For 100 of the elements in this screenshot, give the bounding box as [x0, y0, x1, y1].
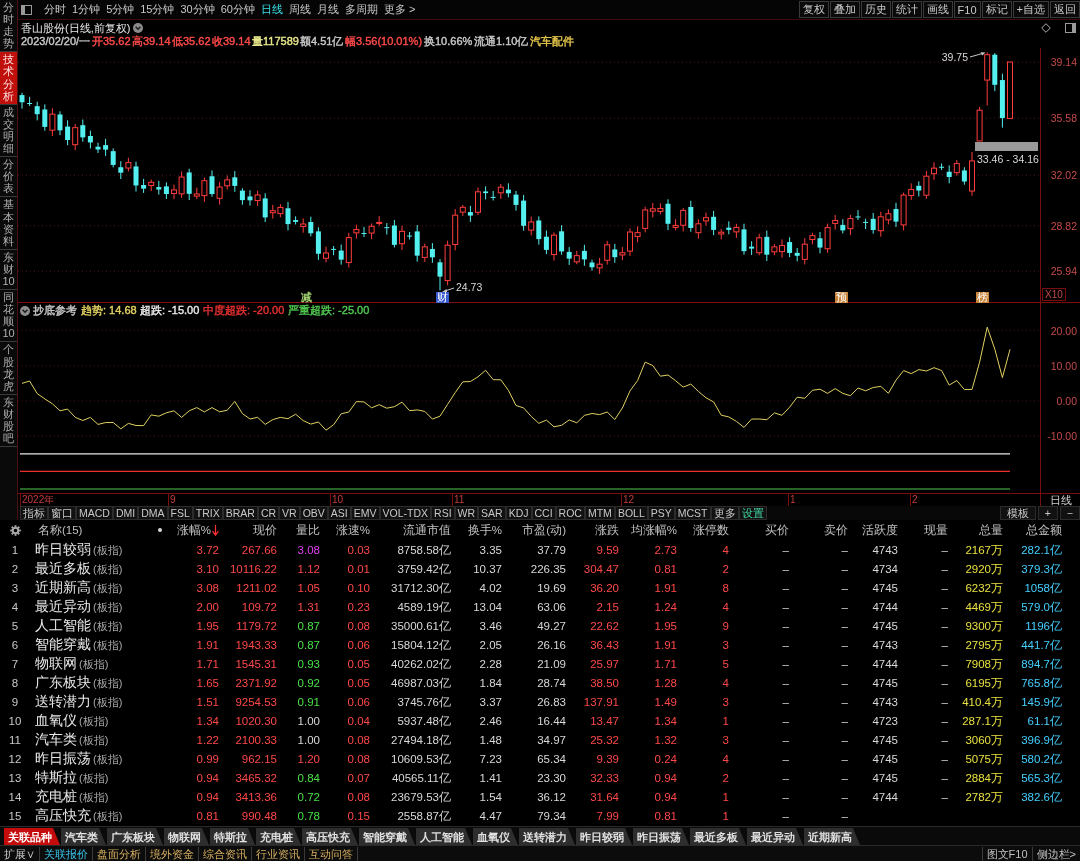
template-button[interactable]: 模板: [999, 506, 1036, 520]
indicator-tab[interactable]: BOLL: [614, 506, 648, 520]
side-tab[interactable]: 个股龙虎: [0, 342, 17, 395]
indicator-tab[interactable]: KDJ: [505, 506, 532, 520]
indicator-tab[interactable]: MACD: [76, 506, 113, 520]
indicator-tab[interactable]: 指标: [20, 506, 48, 520]
sector-tab[interactable]: 广东板块: [107, 828, 163, 845]
period-tab[interactable]: 更多 >: [382, 0, 418, 19]
indicator-tab[interactable]: SAR: [478, 506, 506, 520]
column-header[interactable]: 均涨幅%: [630, 520, 678, 540]
toolbar-button[interactable]: +自选: [1012, 1, 1049, 18]
info-tab[interactable]: 互动问答: [305, 846, 358, 861]
column-header[interactable]: 流通市值: [403, 520, 452, 540]
period-tab[interactable]: 1分钟: [70, 0, 103, 19]
info-tab[interactable]: 关联报价: [40, 846, 93, 861]
settings-link[interactable]: 设置: [738, 506, 767, 520]
indicator-tab[interactable]: FSL: [167, 506, 193, 520]
indicator-tab[interactable]: OBV: [299, 506, 328, 520]
column-header[interactable]: 涨速%: [335, 520, 371, 540]
indicator-tab[interactable]: EMV: [350, 506, 380, 520]
period-tab[interactable]: 周线: [287, 0, 313, 19]
sector-tab[interactable]: 特斯拉: [210, 828, 255, 845]
panel-icon[interactable]: [21, 4, 32, 15]
sector-tab[interactable]: 关联品种: [4, 828, 60, 845]
period-tab[interactable]: 60分钟: [218, 0, 257, 19]
toolbar-button[interactable]: 叠加: [829, 1, 860, 18]
info-tab[interactable]: 综合资讯: [199, 846, 252, 861]
side-tab[interactable]: 基本资料: [0, 197, 17, 250]
template-button[interactable]: +: [1037, 506, 1058, 520]
column-header[interactable]: 总金额: [1026, 520, 1063, 540]
side-tab[interactable]: 东财股吧: [0, 394, 17, 448]
column-header[interactable]: 量比: [296, 520, 321, 540]
period-tab[interactable]: 15分钟: [138, 0, 177, 19]
period-tab[interactable]: 日线: [259, 0, 285, 19]
indicator-tab[interactable]: ROC: [555, 506, 585, 520]
toolbar-button[interactable]: 复权: [798, 1, 829, 18]
indicator-tab[interactable]: MTM: [584, 506, 615, 520]
period-tab[interactable]: 月线: [315, 0, 341, 19]
panel-icon[interactable]: [1065, 23, 1076, 33]
period-button[interactable]: 日线: [1049, 494, 1072, 506]
toolbar-button[interactable]: 标记: [981, 1, 1012, 18]
side-tab[interactable]: 成交明细: [0, 104, 17, 158]
indicator-tab[interactable]: DMA: [138, 506, 168, 520]
indicator-tab[interactable]: MCST: [674, 506, 711, 520]
column-header[interactable]: 换手%: [467, 520, 503, 540]
side-tab[interactable]: 技术分析: [0, 52, 17, 105]
sector-tab[interactable]: 近期新高: [804, 828, 860, 845]
side-tab[interactable]: 分时走势: [0, 0, 17, 53]
column-header[interactable]: 现价: [253, 520, 278, 540]
sector-tab[interactable]: 人工智能: [416, 828, 472, 845]
panel-button[interactable]: 侧边栏>: [1031, 846, 1080, 861]
diamond-icon[interactable]: [1041, 23, 1051, 33]
period-tab[interactable]: 30分钟: [178, 0, 217, 19]
info-tab[interactable]: 境外资金: [146, 846, 199, 861]
sector-tab[interactable]: 昨日较弱: [576, 828, 632, 845]
column-header[interactable]: 涨停数: [693, 520, 730, 540]
sector-tab[interactable]: 昨日振荡: [633, 828, 689, 845]
indicator-tab[interactable]: CCI: [531, 506, 556, 520]
column-header[interactable]: 涨幅%: [176, 520, 220, 540]
column-header[interactable]: 市盈(动): [522, 520, 567, 540]
indicator-tab[interactable]: BRAR: [222, 506, 258, 520]
column-header[interactable]: 涨跌: [595, 520, 620, 540]
sector-tab[interactable]: 物联网: [164, 828, 209, 845]
indicator-tab[interactable]: WR: [454, 506, 479, 520]
toolbar-button[interactable]: 画线: [922, 1, 953, 18]
chevron-circle-icon[interactable]: [133, 23, 144, 33]
sector-tab[interactable]: 最近多板: [690, 828, 746, 845]
toolbar-button[interactable]: F10: [953, 1, 981, 18]
period-tab[interactable]: 5分钟: [104, 0, 137, 19]
indicator-tab[interactable]: ASI: [327, 506, 351, 520]
indicator-tab[interactable]: CR: [257, 506, 280, 520]
indicator-tab[interactable]: DMI: [112, 506, 139, 520]
sector-tab[interactable]: 汽车类: [61, 828, 106, 845]
period-tab[interactable]: 分时: [42, 0, 68, 19]
chevron-circle-icon[interactable]: [20, 305, 30, 316]
column-header[interactable]: 活跃度: [862, 520, 899, 540]
indicator-tab[interactable]: VR: [279, 506, 300, 520]
toolbar-button[interactable]: 统计: [891, 1, 922, 18]
column-header[interactable]: 现量: [924, 520, 949, 540]
arrow-down-icon[interactable]: [212, 524, 219, 536]
sector-tab[interactable]: 送转潜力: [519, 828, 575, 845]
indicator-tab[interactable]: 窗口: [48, 506, 76, 520]
column-header[interactable]: 卖价: [824, 520, 849, 540]
sector-tab[interactable]: 充电桩: [256, 828, 301, 845]
gear-icon[interactable]: [9, 524, 21, 536]
info-tab[interactable]: 盘面分析: [93, 846, 146, 861]
indicator-tab[interactable]: VOL-TDX: [379, 506, 432, 520]
info-tab[interactable]: 行业资讯: [252, 846, 305, 861]
side-tab[interactable]: 同花顺10: [0, 290, 17, 343]
column-header[interactable]: 名称(15): [30, 520, 83, 540]
sector-tab[interactable]: 最近异动: [747, 828, 803, 845]
panel-button[interactable]: 图文F10: [981, 846, 1032, 861]
column-header[interactable]: 买价: [765, 520, 790, 540]
template-button[interactable]: −: [1059, 506, 1080, 520]
indicator-tab[interactable]: PSY: [647, 506, 675, 520]
toolbar-button[interactable]: 历史: [860, 1, 891, 18]
indicator-tab[interactable]: RSI: [431, 506, 455, 520]
sector-tab[interactable]: 高压快充: [302, 828, 358, 845]
sector-tab[interactable]: 智能穿戴: [359, 828, 415, 845]
sector-tab[interactable]: 血氧仪: [473, 828, 518, 845]
